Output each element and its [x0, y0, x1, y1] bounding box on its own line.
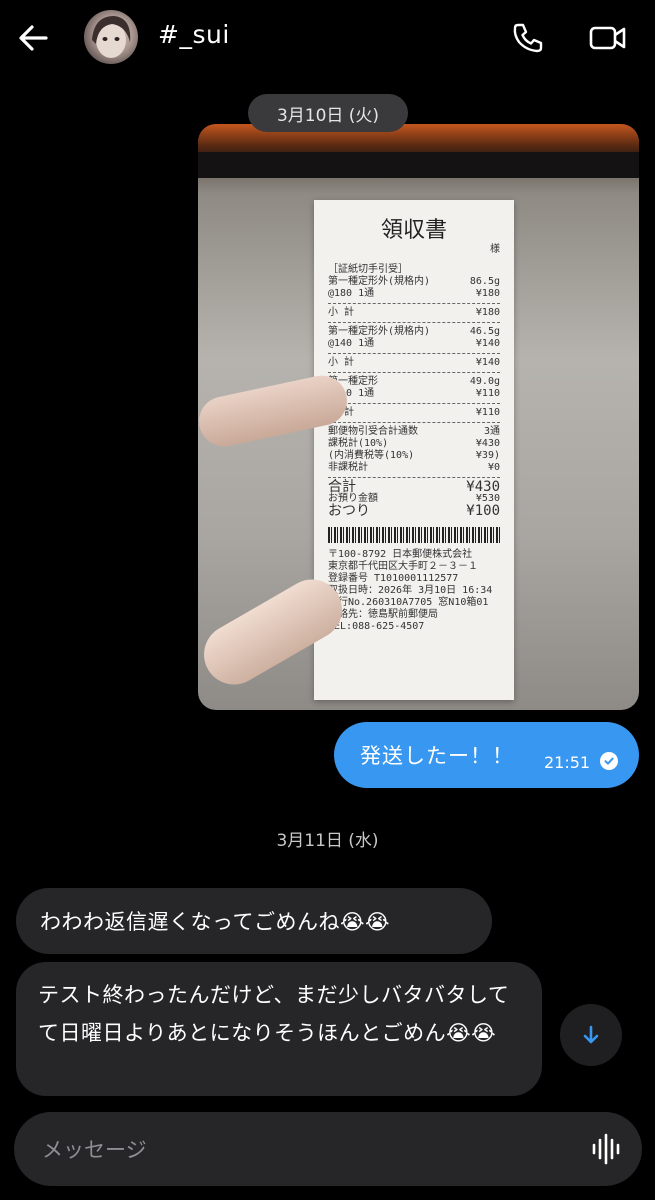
phone-icon [513, 23, 543, 53]
call-button[interactable] [508, 18, 548, 58]
receipt-line: ［証紙切手引受］ [328, 264, 408, 275]
receipt-value: 46.5g [469, 326, 500, 337]
receipt-value: ¥0 [487, 462, 500, 473]
receipt-line: @140 1通 [328, 338, 375, 349]
incoming-message[interactable]: テスト終わったんだけど、まだ少しバタバタしてて日曜日よりあとになりそうほんとごめ… [16, 962, 542, 1096]
receipt-line: 様 [490, 244, 500, 255]
message-input[interactable] [40, 1130, 564, 1170]
photo-background-strip [198, 152, 639, 178]
receipt-line: 第一種定形外(規格内) [328, 326, 431, 337]
receipt-footer-line: 取扱日時：2026年 3月10日 16:34 [328, 585, 493, 596]
message-composer [14, 1112, 642, 1186]
receipt-value: ¥430 [475, 438, 500, 449]
receipt-line: (内消費税等(10%) [328, 450, 415, 461]
video-camera-icon [589, 26, 626, 50]
arrow-left-icon [19, 25, 48, 51]
receipt-line: 小 計 [328, 357, 355, 368]
receipt-value: ¥140 [475, 357, 500, 368]
receipt: 領収書 様 ［証紙切手引受］ 第一種定形外(規格内) 86.5g @180 1通 ¥… [314, 200, 514, 700]
chat-title[interactable]: #_sui [158, 20, 230, 49]
outgoing-message[interactable]: 発送したー！！ 21:51 [334, 722, 639, 788]
read-check-icon [600, 752, 618, 770]
receipt-line: 非課税計 [328, 462, 368, 473]
incoming-message[interactable]: わわわ返信遅くなってごめんね😭😭 [16, 888, 492, 954]
receipt-line: 郵便物引受合計通数 [328, 426, 418, 437]
avatar-image [92, 16, 131, 58]
video-call-button[interactable] [586, 18, 630, 58]
message-text: テスト終わったんだけど、まだ少しバタバタしてて日曜日よりあとになりそうほんとごめ… [38, 983, 510, 1045]
receipt-value: ¥110 [475, 407, 500, 418]
receipt-title: 領収書 [380, 218, 447, 243]
receipt-line: 課税計(10%) [328, 438, 389, 449]
receipt-line: 第一種定形外(規格内) [328, 276, 431, 287]
receipt-footer-line: 東京都千代田区大手町２－３－１ [328, 561, 478, 572]
receipt-value: ¥39) [475, 450, 500, 461]
message-text: わわわ返信遅くなってごめんね😭😭 [40, 910, 391, 934]
receipt-line: おつり [328, 503, 370, 519]
receipt-value: ¥180 [475, 307, 500, 318]
voice-message-button[interactable] [590, 1132, 624, 1166]
arrow-down-icon [583, 1025, 599, 1044]
voice-waveform-icon [592, 1133, 620, 1165]
receipt-value: 3通 [483, 426, 500, 437]
barcode [328, 527, 500, 543]
receipt-value: ¥100 [466, 503, 500, 519]
receipt-footer-line: 連絡先：徳島駅前郵便局 [328, 609, 438, 620]
date-separator: 3月10日 (火) [248, 94, 408, 132]
back-button[interactable] [14, 18, 54, 58]
receipt-footer-line: 登録番号 T1010001112577 [328, 573, 459, 584]
receipt-footer-line: TEL:088-625-4507 [328, 621, 425, 632]
receipt-value: ¥180 [475, 288, 500, 299]
message-text: 発送したー！！ [360, 744, 514, 768]
receipt-footer-line: 〒100-8792 日本郵便株式会社 [328, 549, 473, 560]
receipt-footer-line: 発行No.260310A7705 窓N10箱01 [328, 597, 489, 608]
receipt-value: ¥140 [475, 338, 500, 349]
receipt-value: ¥110 [475, 388, 500, 399]
scroll-to-bottom-button[interactable] [560, 1004, 622, 1066]
avatar[interactable] [84, 10, 138, 64]
receipt-value: ¥430 [466, 479, 500, 495]
receipt-line: 合計 [328, 479, 356, 495]
receipt-line: @180 1通 [328, 288, 375, 299]
message-time: 21:51 [544, 753, 591, 772]
receipt-value: 49.0g [469, 376, 500, 387]
receipt-value: 86.5g [469, 276, 500, 287]
date-separator: 3月11日 (水) [276, 831, 379, 851]
receipt-line: 小 計 [328, 307, 355, 318]
photo-message[interactable]: 領収書 様 ［証紙切手引受］ 第一種定形外(規格内) 86.5g @180 1通 ¥… [198, 124, 639, 710]
